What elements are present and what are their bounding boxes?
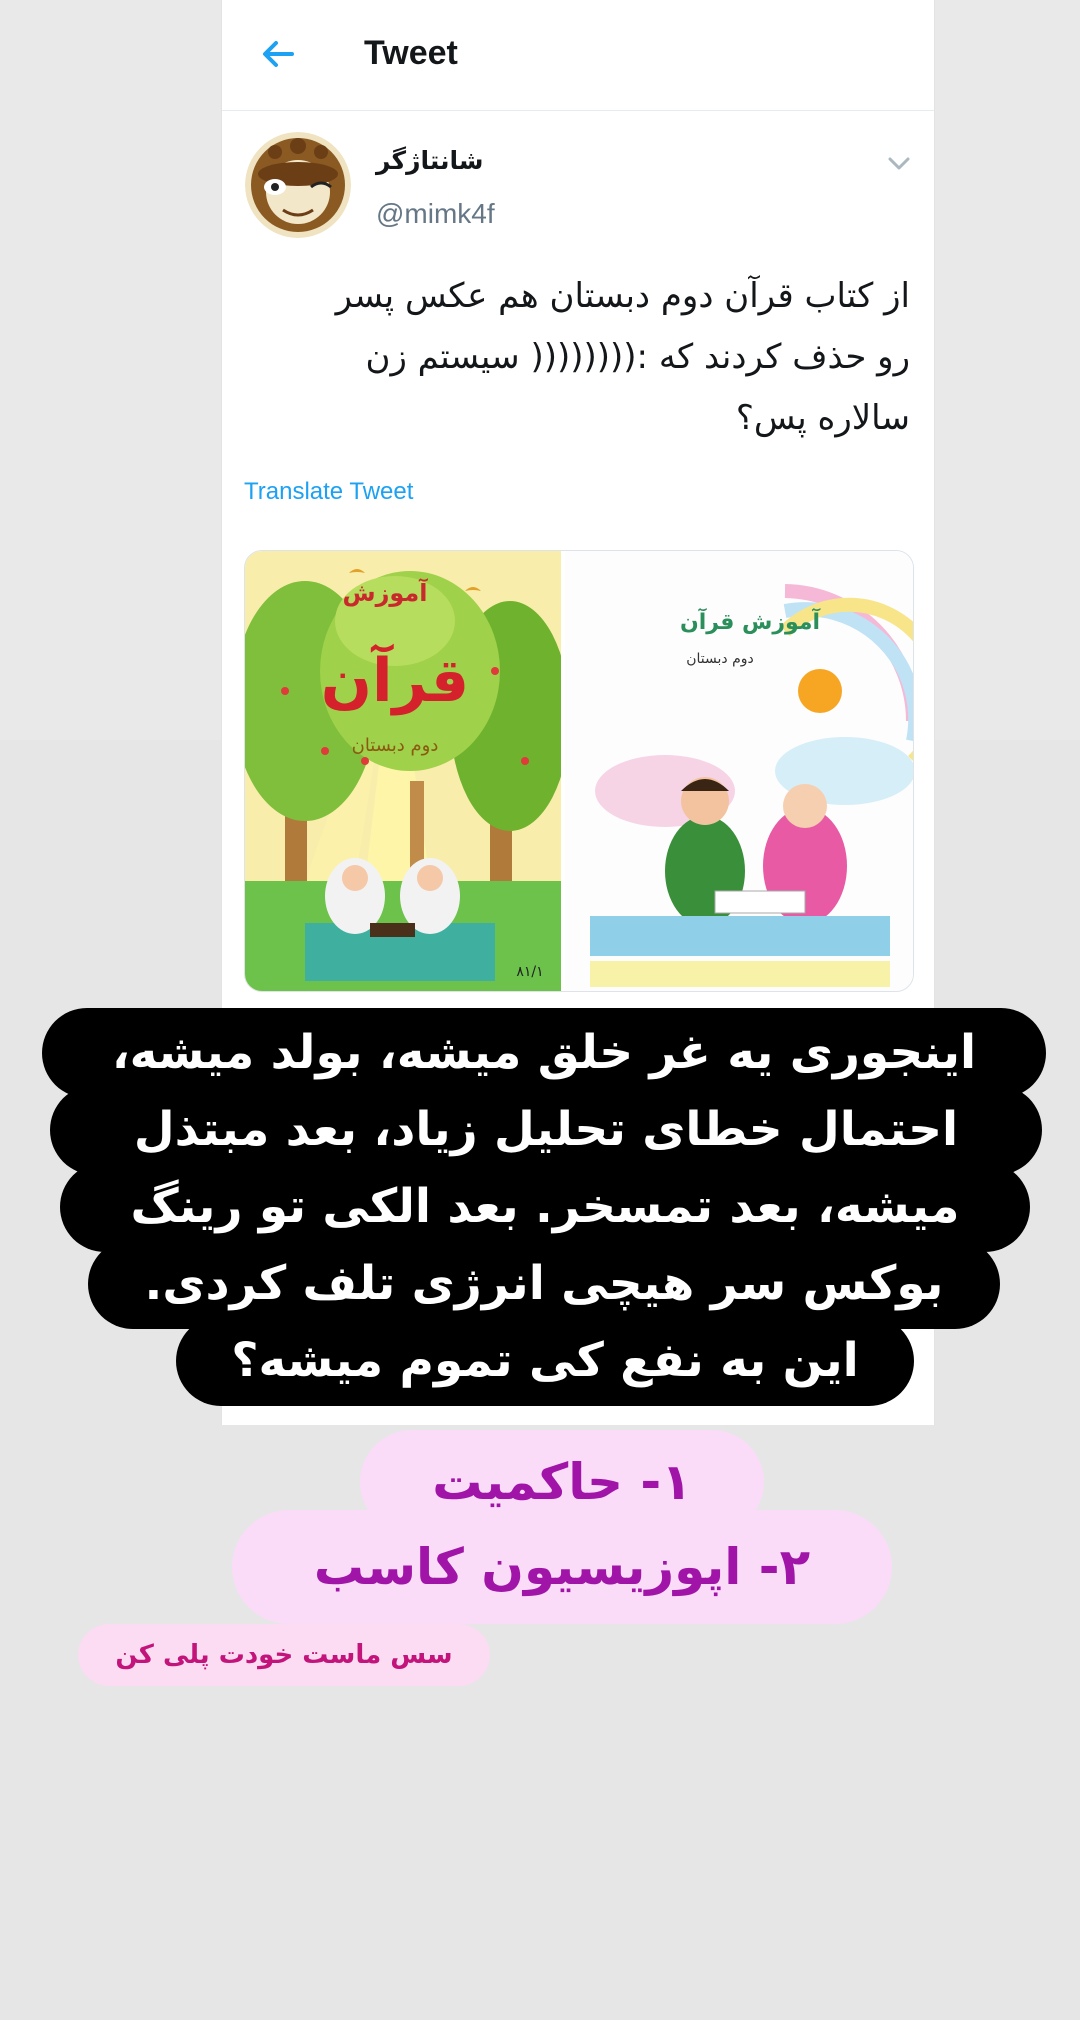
- user-handle[interactable]: @mimk4f: [376, 198, 495, 230]
- tweet-text-line: رو حذف کردند که :(((((((( سیستم زن: [365, 337, 910, 377]
- tweet-text: از کتاب قرآن دوم دبستان هم عکس پسر رو حذ…: [262, 266, 910, 449]
- left-book-cover: آموزش قرآن دوم دبستان ۸۱/۱: [245, 551, 570, 991]
- translate-tweet-link[interactable]: Translate Tweet: [244, 478, 413, 506]
- tweet-text-line: از کتاب قرآن دوم دبستان هم عکس پسر: [335, 276, 910, 316]
- left-book-title-big: قرآن: [321, 643, 469, 716]
- right-book-title: آموزش قرآن: [680, 607, 821, 635]
- left-book-code: ۸۱/۱: [516, 964, 543, 980]
- chevron-down-icon[interactable]: [886, 150, 912, 176]
- left-book-title-small: آموزش: [342, 578, 428, 607]
- right-book-cover: آموزش قرآن دوم دبستان: [565, 551, 913, 991]
- avatar[interactable]: [245, 132, 351, 238]
- overlay-text-line: این به نفع کی تموم میشه؟: [176, 1316, 914, 1406]
- answer-pill-2: ۲- اپوزیسیون کاسب: [232, 1510, 892, 1624]
- left-book-subtitle: دوم دبستان: [352, 735, 439, 756]
- display-name[interactable]: شانتاژگر: [376, 146, 556, 175]
- right-book-subtitle: دوم دبستان: [686, 651, 754, 667]
- page-title: Tweet: [364, 34, 458, 72]
- arrow-left-icon[interactable]: [258, 34, 298, 74]
- footnote-pill: سس ماست خودت پلی کن: [78, 1624, 490, 1686]
- tweet-text-line: سالاره پس؟: [735, 398, 910, 438]
- tweet-header: Tweet: [222, 0, 934, 111]
- tweet-media-image[interactable]: آموزش قرآن دوم دبستان ۸۱/۱ آموزش قرآن دو…: [244, 550, 914, 992]
